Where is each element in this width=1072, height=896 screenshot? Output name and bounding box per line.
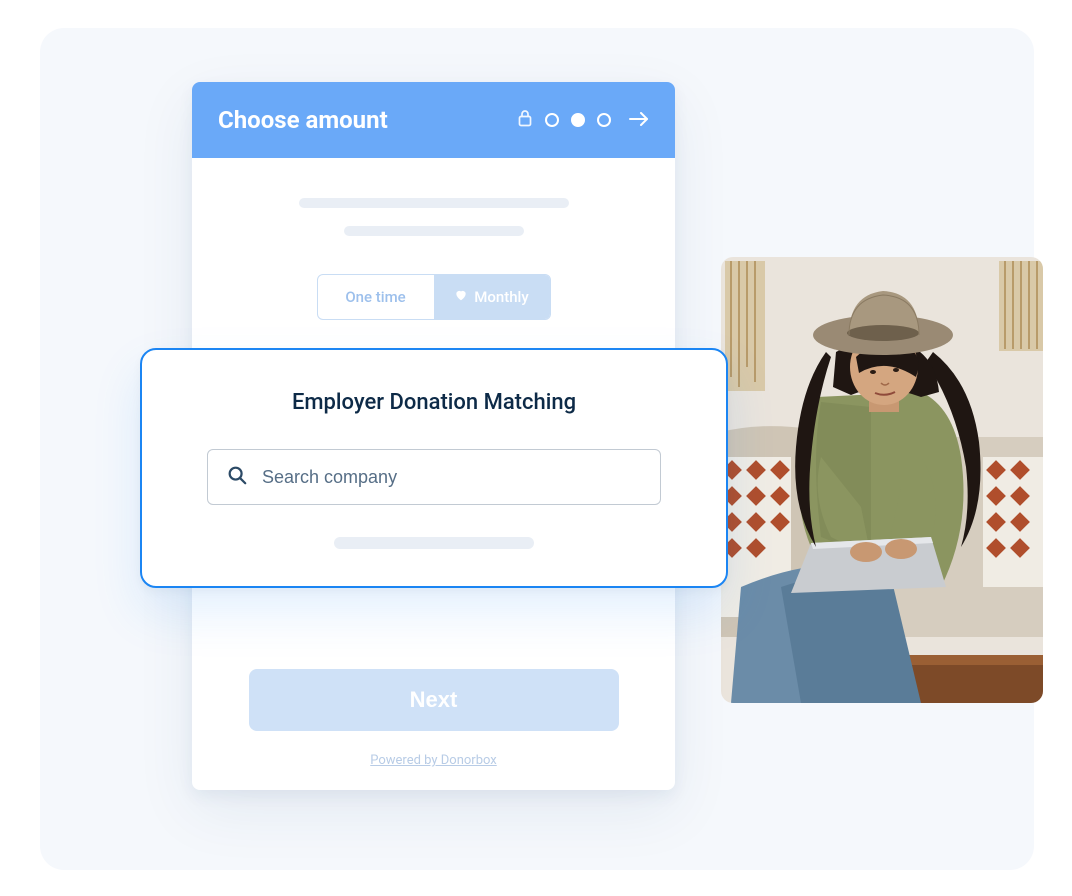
- frequency-option-monthly[interactable]: Monthly: [434, 275, 550, 319]
- frequency-option-onetime[interactable]: One time: [318, 275, 434, 319]
- next-button[interactable]: Next: [249, 669, 619, 731]
- form-header: Choose amount: [192, 82, 675, 158]
- skeleton-line: [299, 198, 569, 208]
- step-indicator-3: [597, 113, 611, 127]
- search-icon: [226, 464, 248, 490]
- next-button-label: Next: [410, 687, 458, 713]
- decorative-photo: [721, 257, 1043, 703]
- frequency-label: One time: [345, 288, 405, 306]
- skeleton-line: [344, 226, 524, 236]
- powered-by-link[interactable]: Powered by Donorbox: [370, 753, 497, 768]
- arrow-right-icon[interactable]: [623, 111, 649, 130]
- company-search-input[interactable]: [262, 467, 642, 488]
- skeleton-line: [334, 537, 534, 549]
- form-body: One time Monthly: [192, 158, 675, 340]
- frequency-toggle: One time Monthly: [317, 274, 551, 320]
- employer-matching-modal: Employer Donation Matching: [140, 348, 728, 588]
- company-search-box[interactable]: [207, 449, 661, 505]
- step-indicator-1: [545, 113, 559, 127]
- form-title: Choose amount: [218, 106, 388, 134]
- form-bottom-area: Next Powered by Donorbox: [192, 669, 675, 768]
- lock-icon: [517, 109, 533, 131]
- modal-title: Employer Donation Matching: [292, 390, 576, 415]
- step-indicator-2: [571, 113, 585, 127]
- header-icons: [517, 109, 649, 131]
- frequency-label: Monthly: [474, 288, 528, 306]
- heart-icon: [454, 288, 468, 306]
